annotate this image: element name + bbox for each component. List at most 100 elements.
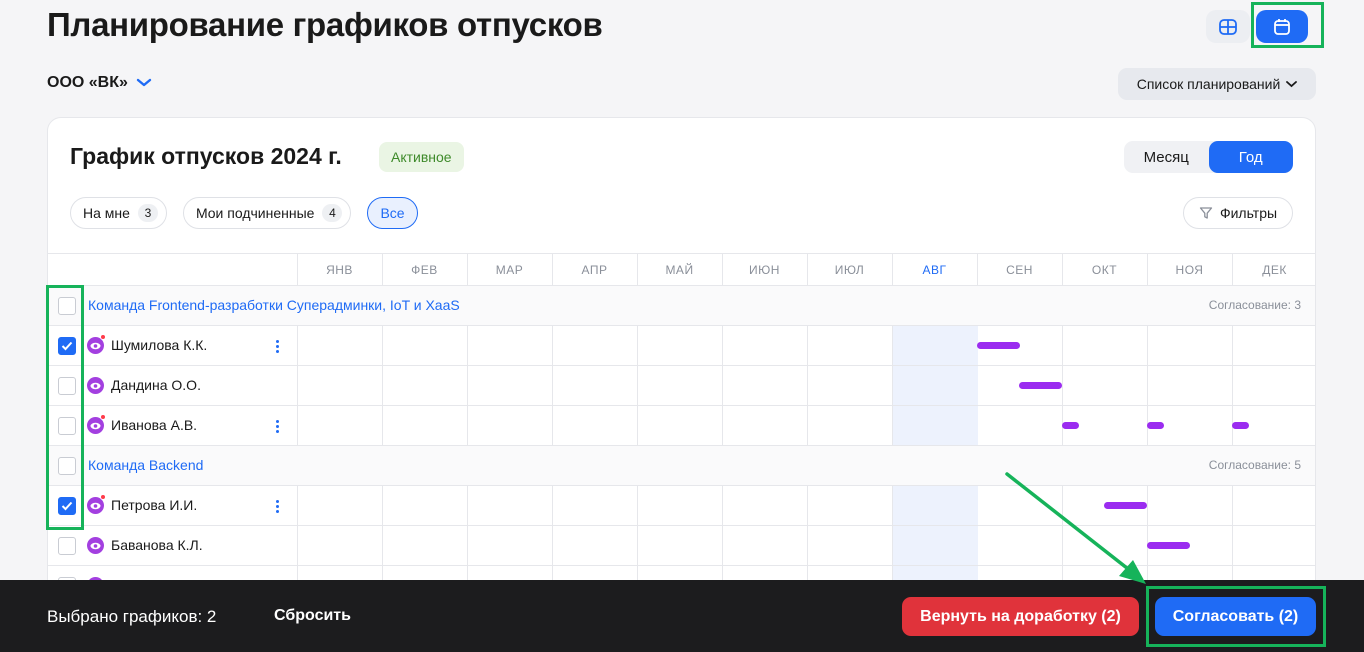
grid-line (722, 326, 723, 365)
grid-line (297, 486, 298, 525)
filter-icon (1199, 207, 1213, 219)
eye-icon (87, 377, 104, 394)
reset-button[interactable]: Сбросить (274, 607, 351, 625)
grid-line (637, 366, 638, 405)
grid-line (552, 526, 553, 565)
month-label: ИЮН (749, 263, 780, 277)
grid-line (807, 526, 808, 565)
more-icon[interactable] (274, 497, 280, 515)
employee-row: Баванова К.Л. (48, 526, 1315, 566)
grid-line (467, 406, 468, 445)
grid-line (1147, 326, 1148, 365)
grid-line (297, 526, 298, 565)
grid-line (637, 406, 638, 445)
grid-line (1062, 366, 1063, 405)
calendar-highlight-frame (1251, 2, 1324, 48)
employee-name: Дандина О.О. (111, 377, 201, 393)
grid-line (807, 326, 808, 365)
grid-line (807, 406, 808, 445)
grid-line (722, 366, 723, 405)
month-label: СЕН (1006, 263, 1033, 277)
month-label: ИЮЛ (834, 263, 865, 277)
chevron-down-icon (136, 78, 152, 87)
notification-dot (100, 334, 106, 340)
grid-line (297, 406, 298, 445)
grid-line (1147, 366, 1148, 405)
employee-row: Петрова И.И. (48, 486, 1315, 526)
month-label: АВГ (922, 263, 947, 277)
more-icon[interactable] (274, 417, 280, 435)
filters-label: Фильтры (1219, 205, 1278, 221)
grid-line (552, 326, 553, 365)
table-view-button[interactable] (1206, 10, 1250, 43)
team-name[interactable]: Команда Frontend-разработки Суперадминки… (88, 297, 460, 313)
filters-button[interactable]: Фильтры (1183, 197, 1293, 229)
grid-line (722, 406, 723, 445)
grid-line (1062, 326, 1063, 365)
month-label: ЯНВ (326, 263, 353, 277)
chip-label: На мне (83, 205, 130, 221)
grid-line (1232, 326, 1233, 365)
employee-name: Петрова И.И. (111, 497, 198, 513)
employee-row: Дандина О.О. (48, 366, 1315, 406)
table-view-icon (1219, 18, 1237, 35)
return-for-revision-button[interactable]: Вернуть на доработку (2) (902, 597, 1139, 636)
grid-line (1232, 486, 1233, 525)
grid-line (382, 326, 383, 365)
month-label: НОЯ (1175, 263, 1204, 277)
chip-on-me[interactable]: На мне 3 (70, 197, 167, 229)
grid-line (1062, 526, 1063, 565)
month-label: ОКТ (1091, 263, 1118, 277)
current-month-column (893, 486, 978, 525)
chip-count: 4 (322, 204, 343, 222)
vacation-bar[interactable] (1062, 422, 1079, 429)
month-label: АПР (581, 263, 608, 277)
chip-subordinates[interactable]: Мои подчиненные 4 (182, 197, 352, 229)
period-month-button[interactable]: Месяц (1124, 141, 1209, 173)
chip-all[interactable]: Все (367, 197, 418, 229)
grid-line (467, 366, 468, 405)
approvals-count: Согласование: 3 (1208, 298, 1301, 312)
more-icon[interactable] (274, 337, 280, 355)
vacation-bar[interactable] (1147, 422, 1164, 429)
grid-line (297, 366, 298, 405)
grid-line (1062, 486, 1063, 525)
month-label: ФЕВ (411, 263, 438, 277)
vacation-bar[interactable] (977, 342, 1020, 349)
plan-list-dropdown[interactable]: Список планирований (1118, 68, 1316, 100)
org-selector[interactable]: ООО «ВК» (47, 74, 152, 92)
employee-checkbox[interactable] (58, 537, 76, 555)
grid-line (637, 526, 638, 565)
selected-count: Выбрано графиков: 2 (47, 607, 217, 626)
grid-line (552, 486, 553, 525)
vacation-bar[interactable] (1232, 422, 1249, 429)
grid-line (382, 526, 383, 565)
status-badge: Активное (379, 142, 464, 172)
grid-line (467, 526, 468, 565)
grid-line (1232, 526, 1233, 565)
chevron-down-icon (1286, 80, 1298, 87)
approve-highlight-frame (1146, 586, 1326, 647)
grid-line (467, 326, 468, 365)
plan-list-label: Список планирований (1136, 76, 1281, 92)
vacation-bar[interactable] (1019, 382, 1062, 389)
vacation-bar[interactable] (1147, 542, 1190, 549)
month-label: МАЙ (665, 263, 694, 277)
checkbox-column-highlight-frame (46, 285, 84, 530)
org-name: ООО «ВК» (47, 74, 128, 91)
grid-line (467, 486, 468, 525)
grid-line (382, 406, 383, 445)
grid-line (807, 366, 808, 405)
schedule-title: График отпусков 2024 г. (70, 143, 342, 169)
notification-dot (100, 414, 106, 420)
period-year-button[interactable]: Год (1208, 141, 1293, 173)
chip-label: Мои подчиненные (195, 205, 315, 221)
grid-line (552, 366, 553, 405)
employee-name: Иванова А.В. (111, 417, 198, 433)
team-row: Команда Backend Согласование: 5 (48, 446, 1315, 486)
team-name[interactable]: Команда Backend (88, 457, 203, 473)
current-month-column (893, 366, 978, 405)
grid-line (807, 486, 808, 525)
current-month-column (893, 526, 978, 565)
vacation-bar[interactable] (1104, 502, 1147, 509)
